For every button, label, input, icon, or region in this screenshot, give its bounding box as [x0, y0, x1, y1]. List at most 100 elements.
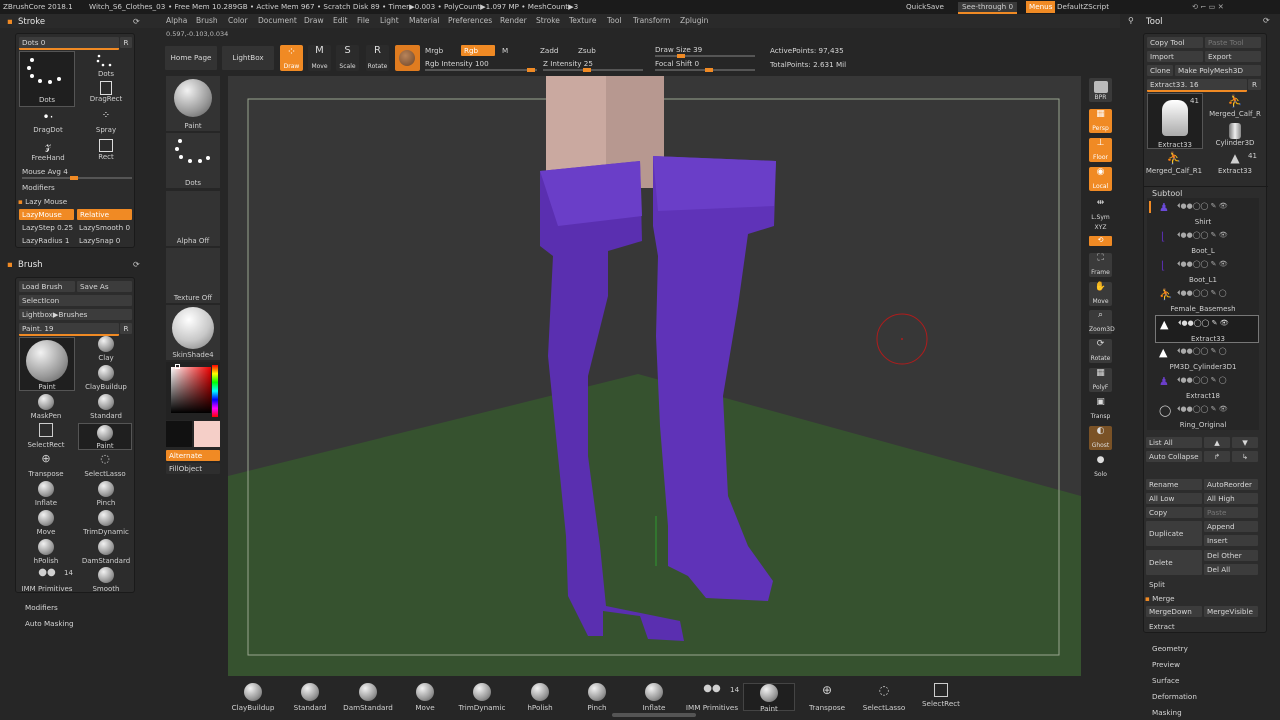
brush-standard[interactable]: Standard	[86, 394, 126, 421]
arrow-up-right-icon[interactable]: ↱	[1204, 451, 1230, 462]
frame-button[interactable]: ⛶ Frame	[1089, 253, 1112, 277]
geometry-section[interactable]: Geometry	[1152, 644, 1188, 653]
subtool-extract33-selected[interactable]: ▲ ⏴●●◯◯ ✎ 👁 Extract33	[1155, 315, 1259, 343]
spray-stroke[interactable]: ⁘ Spray	[86, 110, 126, 136]
subtool-extract18[interactable]: ♟ ⏴●●◯◯ ✎ ◯ Extract18	[1147, 373, 1259, 401]
list-all-button[interactable]: List All	[1146, 437, 1202, 448]
move-up-icon[interactable]: ▲	[1204, 437, 1230, 448]
selecticon-button[interactable]: SelectIcon	[19, 295, 132, 306]
paste-subtool-button[interactable]: Paste	[1204, 507, 1258, 518]
texture-shelf[interactable]: Texture Off	[166, 248, 220, 303]
tool-thumb-merged-calf-r1[interactable]: ⛹ Merged_Calf_R1	[1144, 151, 1204, 177]
subtool-section[interactable]: Subtool	[1152, 189, 1182, 198]
tool-thumb-extract33[interactable]: ▲ 41 Extract33	[1204, 151, 1266, 177]
brush-refresh-icon[interactable]: ⟳	[133, 260, 140, 269]
save-as-button[interactable]: Save As	[77, 281, 132, 292]
brush-imm-primitives[interactable]: ●● 14 IMM Primitives	[16, 567, 78, 594]
tool-thumb-cylinder3d[interactable]: Cylinder3D	[1204, 123, 1266, 149]
persp-button[interactable]: ▦ Persp	[1089, 109, 1112, 133]
subtool-toggles-icon[interactable]: ⏴●●◯◯ ✎ 👁	[1177, 405, 1228, 414]
subtool-toggles-icon[interactable]: ⏴●●◯◯ ✎ ◯	[1177, 347, 1227, 356]
tool-thumb-merged-calf-r[interactable]: ⛹ Merged_Calf_R	[1204, 94, 1266, 120]
hue-strip[interactable]	[212, 365, 218, 417]
brush-trimdynamic[interactable]: TrimDynamic	[78, 510, 134, 537]
menu-draw[interactable]: Draw	[304, 14, 324, 28]
all-high-button[interactable]: All High	[1204, 493, 1258, 504]
see-through-slider[interactable]: See-through 0	[958, 2, 1018, 14]
home-page-button[interactable]: Home Page	[165, 46, 217, 70]
lazysnap-slider[interactable]: LazySnap 0	[79, 236, 120, 245]
alternate-button[interactable]: Alternate	[166, 450, 220, 461]
current-brush-paint[interactable]: Paint	[19, 337, 75, 391]
lazystep-slider[interactable]: LazyStep 0.25	[22, 223, 73, 232]
subtool-pm3d-cylinder3d1[interactable]: ▲ ⏴●●◯◯ ✎ ◯ PM3D_Cylinder3D1	[1147, 344, 1259, 372]
paste-tool-button[interactable]: Paste Tool	[1205, 37, 1261, 48]
subtool-toggles-icon[interactable]: ⏴●●◯◯ ✎ ◯	[1177, 376, 1227, 385]
brush-claybuildup[interactable]: ClayBuildup	[80, 365, 132, 392]
del-other-button[interactable]: Del Other	[1204, 550, 1258, 561]
lsym-button[interactable]: ⇹ L.Sym	[1089, 198, 1112, 222]
zsub-toggle[interactable]: Zsub	[578, 46, 596, 55]
subtool-female-basemesh[interactable]: ⛹ ⏴●●◯◯ ✎ ◯ Female_Basemesh	[1147, 286, 1259, 314]
bottom-inflate[interactable]: Inflate	[634, 683, 674, 712]
bottom-paint-selected[interactable]: Paint	[743, 683, 795, 713]
zadd-toggle[interactable]: Zadd	[540, 46, 558, 55]
color-gradient[interactable]	[171, 367, 211, 413]
deformation-section[interactable]: Deformation	[1152, 692, 1197, 701]
current-tool-thumb[interactable]: 41 Extract33	[1147, 93, 1203, 149]
brush-pinch[interactable]: Pinch	[86, 481, 126, 508]
surface-section[interactable]: Surface	[1152, 676, 1179, 685]
bottom-trimdynamic[interactable]: TrimDynamic	[456, 683, 508, 712]
dots-slider[interactable]: Dots 0	[19, 37, 119, 50]
tool-reset-button[interactable]: R	[1248, 79, 1261, 90]
reset-button[interactable]: R	[120, 37, 132, 48]
rotate-view-button[interactable]: ⟳ Rotate	[1089, 339, 1112, 363]
subtool-boot-l[interactable]: ⌊ ⏴●●◯◯ ✎ 👁 Boot_L	[1147, 228, 1259, 256]
menu-document[interactable]: Document	[258, 14, 297, 28]
brush-header[interactable]: ▪ Brush ⟳	[4, 258, 152, 272]
brush-inflate[interactable]: Inflate	[26, 481, 66, 508]
brush-paint-selected[interactable]: Paint	[78, 423, 132, 450]
rgb-toggle[interactable]: Rgb	[461, 45, 495, 56]
insert-button[interactable]: Insert	[1204, 535, 1258, 546]
brush-transpose[interactable]: ⊕ Transpose	[22, 452, 70, 479]
mouse-avg-slider[interactable]: Mouse Avg 4	[22, 167, 68, 176]
append-button[interactable]: Append	[1204, 521, 1258, 532]
menu-alpha[interactable]: Alpha	[166, 14, 187, 28]
menus-toggle[interactable]: Menus	[1026, 1, 1056, 13]
subtool-toggles-icon[interactable]: ⏴●●◯◯ ✎ 👁	[1177, 231, 1228, 240]
draw-size-slider[interactable]: Draw Size 39	[655, 45, 702, 54]
import-button[interactable]: Import	[1147, 51, 1203, 62]
lightbox-brushes-button[interactable]: Lightbox▶Brushes	[19, 309, 132, 320]
m-toggle[interactable]: M	[502, 46, 508, 55]
menu-zplugin[interactable]: Zplugin	[680, 14, 708, 28]
quicksave-button[interactable]: QuickSave	[906, 0, 944, 14]
menu-color[interactable]: Color	[228, 14, 248, 28]
autoreorder-button[interactable]: AutoReorder	[1204, 479, 1258, 490]
transp-button[interactable]: ▣ Transp	[1089, 397, 1112, 421]
brush-shelf-paint[interactable]: Paint	[166, 76, 220, 131]
clone-button[interactable]: Clone	[1147, 65, 1173, 76]
make-polymesh-button[interactable]: Make PolyMesh3D	[1175, 65, 1261, 76]
bottom-selectrect[interactable]: SelectRect	[918, 683, 964, 708]
ghost-button[interactable]: ◐ Ghost	[1089, 426, 1112, 450]
alpha-shelf[interactable]: Alpha Off	[166, 191, 220, 246]
scale-mode-button[interactable]: S Scale	[336, 45, 359, 71]
rgb-intensity-slider[interactable]: Rgb Intensity 100	[425, 59, 489, 68]
move-view-button[interactable]: ✋ Move	[1089, 282, 1112, 306]
window-controls-icon[interactable]: ⟲ ⌐ ▭ ✕	[1192, 0, 1224, 14]
stroke-preview[interactable]: Dots	[19, 51, 75, 107]
rotate-mode-button[interactable]: R Rotate	[366, 45, 389, 71]
brush-hpolish[interactable]: hPolish	[26, 539, 66, 566]
local-button[interactable]: ◉ Local	[1089, 167, 1112, 191]
zoom3d-button[interactable]: ⌕ Zoom3D	[1089, 310, 1115, 334]
menu-brush[interactable]: Brush	[196, 14, 218, 28]
bottom-damstandard[interactable]: DamStandard	[340, 683, 396, 712]
lazy-mouse-section[interactable]: ▪ Lazy Mouse	[18, 197, 67, 206]
move-down-icon[interactable]: ▼	[1232, 437, 1258, 448]
tool-search-icon[interactable]: ⚲	[1128, 16, 1134, 25]
extract-section[interactable]: Extract	[1149, 622, 1175, 631]
secondary-color-swatch[interactable]	[166, 421, 192, 447]
subtool-toggles-icon[interactable]: ⏴●●◯◯ ✎ 👁	[1177, 260, 1228, 269]
bpr-button[interactable]: BPR	[1089, 78, 1112, 102]
